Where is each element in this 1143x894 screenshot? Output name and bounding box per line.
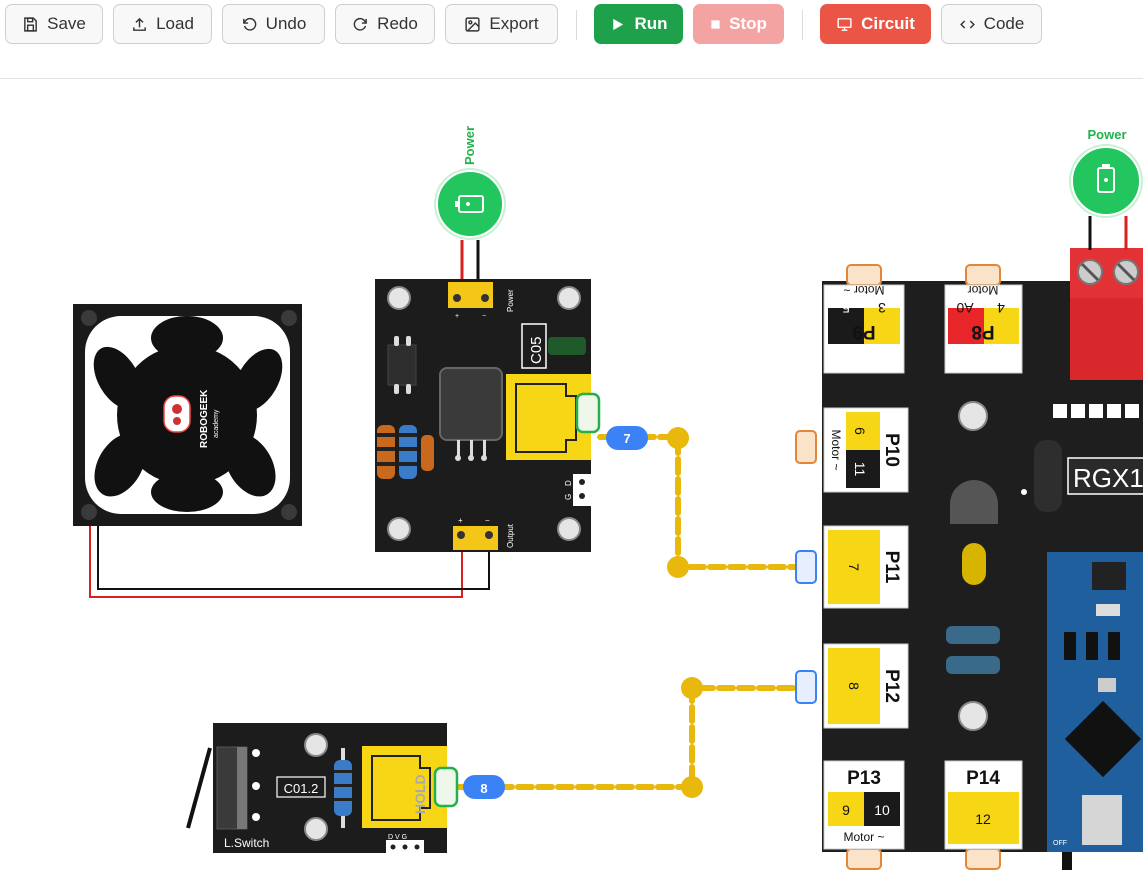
switch-connector-port[interactable] [433, 766, 459, 808]
stop-label: Stop [729, 14, 767, 33]
port-p9[interactable]: P9 5 3 Motor ~ [823, 283, 905, 374]
p9-name: P9 [852, 321, 875, 342]
port-p10[interactable]: P10 6 11 Motor ~ [823, 407, 909, 493]
toolbar-divider [802, 10, 803, 40]
p10-name: P10 [881, 433, 902, 467]
undo-icon [242, 17, 256, 31]
p13-motor: Motor ~ [843, 830, 884, 844]
p13-name: P13 [847, 768, 881, 789]
redo-button[interactable]: Redo [335, 4, 435, 44]
switch-name: L.Switch [224, 836, 269, 850]
code-button[interactable]: Code [941, 4, 1042, 44]
circuit-button[interactable]: Circuit [820, 4, 931, 44]
relay-module[interactable]: + − Power C05 D G + − Output [375, 279, 601, 552]
play-icon [613, 18, 624, 30]
p9-a: 5 [842, 300, 850, 316]
relay-pin-badge: 7 [623, 431, 630, 446]
p8-b: 4 [997, 300, 1005, 316]
run-button[interactable]: Run [594, 4, 683, 44]
port-p13[interactable]: P13 9 10 Motor ~ [823, 760, 905, 850]
p9-motor: Motor ~ [843, 283, 884, 297]
p8-a: A0 [956, 300, 973, 316]
p14-name: P14 [966, 768, 1000, 789]
rgx-board[interactable]: P9 5 3 Motor ~ P8 A0 4 Motor P10 6 11 Mo… [795, 248, 1143, 870]
p13-b: 10 [874, 802, 890, 818]
code-label: Code [983, 14, 1025, 33]
port-p12[interactable]: P12 8 [823, 643, 909, 729]
relay-minus-top: − [482, 313, 486, 320]
fan-module[interactable]: ROBOGEEK academy [73, 304, 302, 526]
p9-b: 3 [878, 300, 886, 316]
relay-output-pin: Output [506, 523, 515, 548]
switch-pin-badge: 8 [480, 781, 487, 796]
relay-minus-bottom: − [485, 516, 490, 525]
export-label: Export [489, 14, 539, 33]
redo-icon [353, 17, 368, 31]
power-button-right[interactable] [1069, 144, 1143, 218]
power-label-right: Power [1087, 127, 1126, 142]
p10-b: 11 [852, 462, 868, 477]
p14-a: 12 [975, 811, 991, 827]
monitor-icon [837, 17, 852, 31]
p8-name: P8 [971, 321, 994, 342]
export-button[interactable]: Export [445, 4, 558, 44]
stop-icon [711, 19, 720, 29]
switch-signal-wire[interactable]: 8 [455, 677, 809, 799]
port-p11[interactable]: P11 7 [823, 525, 909, 609]
redo-label: Redo [377, 14, 418, 33]
switch-hold-label: HOLD [412, 774, 428, 814]
fan-brand: ROBOGEEK [199, 389, 210, 448]
image-icon [465, 16, 481, 32]
save-button[interactable]: Save [5, 4, 103, 44]
p12-input-port[interactable] [795, 670, 817, 704]
p10-a: 6 [852, 427, 868, 435]
switch-pins-label: D V G [388, 834, 407, 841]
port-p14[interactable]: P14 12 [944, 760, 1023, 850]
undo-label: Undo [265, 14, 307, 33]
relay-g-pin: G [564, 494, 573, 500]
p11-a: 7 [846, 563, 862, 571]
stop-button[interactable]: Stop [693, 4, 784, 44]
fan-sub: academy [213, 409, 220, 438]
relay-code: C05 [528, 336, 545, 364]
code-icon [959, 19, 975, 29]
circuit-canvas[interactable]: ROBOGEEK academy Power + − Power C05 D G… [0, 79, 1143, 894]
board-label: RGX1 [1073, 463, 1143, 493]
p10-motor: Motor ~ [829, 429, 843, 470]
relay-signal-wire[interactable]: 7 [597, 426, 809, 578]
power-button-left[interactable] [434, 168, 506, 240]
power-label-left: Power [462, 126, 477, 165]
toolbar-divider [576, 10, 577, 40]
load-button[interactable]: Load [113, 4, 212, 44]
run-label: Run [634, 14, 668, 33]
p12-a: 8 [846, 682, 862, 690]
save-icon [24, 16, 37, 32]
relay-power-pin: Power [506, 289, 515, 312]
p12-name: P12 [881, 669, 902, 703]
load-label: Load [156, 14, 194, 33]
board-off-label: OFF [1053, 840, 1067, 847]
relay-d-pin: D [564, 480, 573, 486]
p11-input-port[interactable] [795, 550, 817, 584]
upload-icon [133, 17, 146, 31]
undo-button[interactable]: Undo [222, 4, 325, 44]
p13-a: 9 [842, 802, 850, 818]
relay-plus-bottom: + [458, 516, 463, 525]
relay-connector-port[interactable] [575, 392, 601, 434]
switch-code: C01.2 [284, 781, 319, 796]
toolbar: Save Load Undo Redo Export Run Stop Circ… [0, 0, 1143, 79]
relay-plus-top: + [455, 313, 459, 320]
circuit-label: Circuit [861, 14, 915, 33]
port-p8[interactable]: P8 A0 4 Motor [944, 283, 1023, 374]
p8-motor: Motor [968, 283, 999, 297]
p11-name: P11 [881, 551, 902, 584]
save-label: Save [47, 14, 86, 33]
limit-switch-module[interactable]: C01.2 HOLD L.Switch D V G [186, 723, 459, 853]
